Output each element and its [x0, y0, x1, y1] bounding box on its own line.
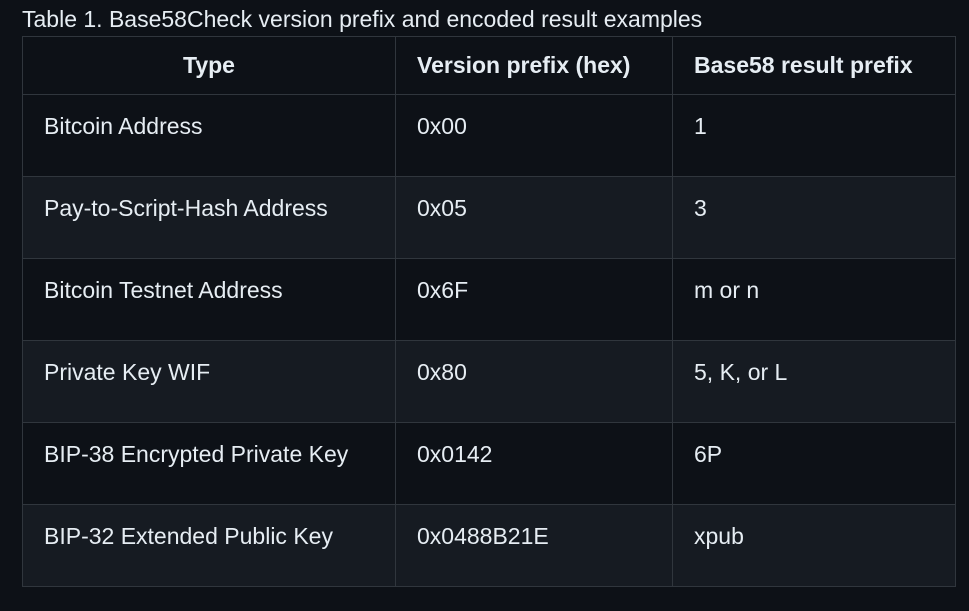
- table-row: Bitcoin Address 0x00 1: [22, 94, 956, 177]
- cell-result-prefix: 6P: [672, 422, 956, 505]
- column-header-version-prefix: Version prefix (hex): [395, 36, 673, 95]
- cell-type: BIP-32 Extended Public Key: [22, 504, 396, 587]
- table-caption: Table 1. Base58Check version prefix and …: [22, 6, 703, 32]
- cell-result-prefix: m or n: [672, 258, 956, 341]
- cell-type: Bitcoin Testnet Address: [22, 258, 396, 341]
- cell-version-prefix: 0x80: [395, 340, 673, 423]
- cell-version-prefix: 0x0488B21E: [395, 504, 673, 587]
- table-row: Bitcoin Testnet Address 0x6F m or n: [22, 258, 956, 341]
- cell-type: BIP-38 Encrypted Private Key: [22, 422, 396, 505]
- cell-result-prefix: 5, K, or L: [672, 340, 956, 423]
- cell-type: Private Key WIF: [22, 340, 396, 423]
- cell-version-prefix: 0x05: [395, 176, 673, 259]
- cell-version-prefix: 0x6F: [395, 258, 673, 341]
- cell-version-prefix: 0x00: [395, 94, 673, 177]
- table-body: Bitcoin Address 0x00 1 Pay-to-Script-Has…: [22, 94, 956, 587]
- table-row: BIP-32 Extended Public Key 0x0488B21E xp…: [22, 504, 956, 587]
- cell-result-prefix: 1: [672, 94, 956, 177]
- prefix-table: Type Version prefix (hex) Base58 result …: [22, 36, 956, 587]
- column-header-type: Type: [22, 36, 396, 95]
- table-row: Pay-to-Script-Hash Address 0x05 3: [22, 176, 956, 259]
- column-header-result-prefix: Base58 result prefix: [672, 36, 956, 95]
- table-row: BIP-38 Encrypted Private Key 0x0142 6P: [22, 422, 956, 505]
- cell-type: Pay-to-Script-Hash Address: [22, 176, 396, 259]
- cell-result-prefix: xpub: [672, 504, 956, 587]
- header-row: Type Version prefix (hex) Base58 result …: [22, 36, 956, 95]
- cell-version-prefix: 0x0142: [395, 422, 673, 505]
- table-row: Private Key WIF 0x80 5, K, or L: [22, 340, 956, 423]
- table-header: Type Version prefix (hex) Base58 result …: [22, 36, 956, 95]
- cell-result-prefix: 3: [672, 176, 956, 259]
- cell-type: Bitcoin Address: [22, 94, 396, 177]
